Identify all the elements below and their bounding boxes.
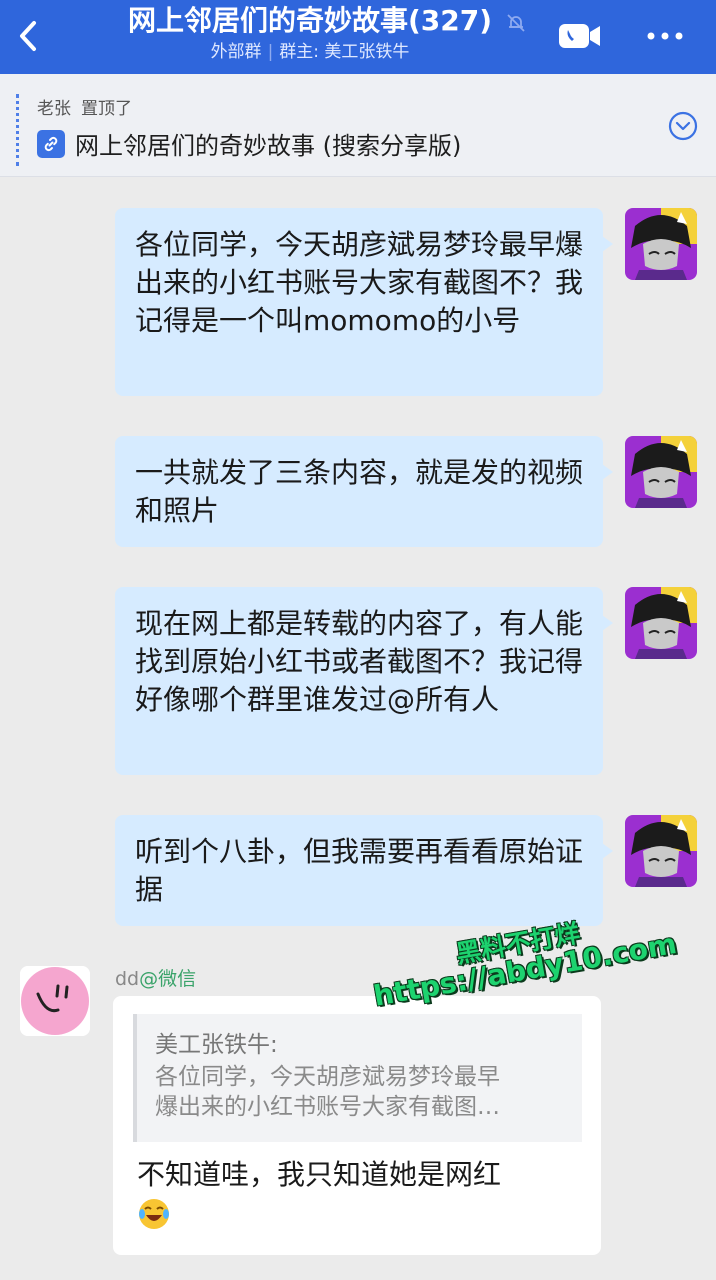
reply-bubble[interactable]: 美工张铁牛: 各位同学，今天胡彦斌易梦玲最早 爆出来的小红书账号大家有截图… 不… — [113, 996, 601, 1255]
quote-author: 美工张铁牛: — [155, 1032, 278, 1058]
message-text: 一共就发了三条内容，就是发的视频和照片 — [135, 456, 584, 527]
pin-author: 老张 — [37, 99, 71, 119]
back-arrow-icon — [20, 21, 36, 51]
title-block[interactable]: 网上邻居们的奇妙故事(327) 外部群 | 群主: 美工张铁牛 — [100, 0, 520, 62]
message-bubble[interactable]: 一共就发了三条内容，就是发的视频和照片 — [115, 436, 613, 547]
avatar[interactable] — [625, 208, 697, 280]
group-type: 外部群 — [210, 42, 262, 62]
more-options-button[interactable] — [644, 24, 686, 48]
message-text: 听到个八卦，但我需要再看看原始证据 — [135, 835, 584, 906]
subtitle-divider: | — [267, 42, 274, 62]
mute-bell-icon — [507, 14, 525, 32]
cartoon-avatar-icon — [625, 436, 697, 508]
video-call-button[interactable] — [556, 20, 604, 52]
cartoon-avatar-icon — [625, 587, 697, 659]
avatar[interactable] — [625, 587, 697, 659]
pin-action: 置顶了 — [81, 99, 132, 119]
cartoon-avatar-icon — [625, 815, 697, 887]
pin-indicator — [16, 94, 23, 166]
smiley-avatar-icon — [20, 966, 90, 1036]
video-call-icon — [559, 24, 600, 48]
laughing-crying-emoji-icon — [139, 1199, 169, 1229]
message-text: 现在网上都是转载的内容了，有人能找到原始小红书或者截图不？我记得好像哪个群里谁发… — [135, 607, 584, 716]
avatar[interactable] — [20, 966, 90, 1036]
group-subtitle: 外部群 | 群主: 美工张铁牛 — [100, 42, 520, 62]
quoted-message[interactable]: 美工张铁牛: 各位同学，今天胡彦斌易梦玲最早 爆出来的小红书账号大家有截图… — [133, 1014, 582, 1142]
group-title: 网上邻居们的奇妙故事(327) — [127, 4, 493, 37]
sender-name: dd@微信 — [115, 964, 196, 991]
pin-meta: 老张 置顶了 — [37, 94, 132, 119]
quote-line: 爆出来的小红书账号大家有截图… — [155, 1094, 500, 1120]
link-icon — [37, 129, 65, 158]
avatar[interactable] — [625, 815, 697, 887]
reply-text: 不知道哇，我只知道她是网红 — [137, 1158, 502, 1191]
chat-header: 网上邻居们的奇妙故事(327) 外部群 | 群主: 美工张铁牛 — [0, 0, 716, 74]
message-bubble[interactable]: 现在网上都是转载的内容了，有人能找到原始小红书或者截图不？我记得好像哪个群里谁发… — [115, 587, 613, 775]
expand-chevron-icon[interactable] — [667, 110, 699, 142]
group-owner: 群主: 美工张铁牛 — [279, 42, 410, 62]
pinned-title: 网上邻居们的奇妙故事 (搜索分享版) — [75, 132, 462, 160]
message-text: 各位同学，今天胡彦斌易梦玲最早爆出来的小红书账号大家有截图不？我记得是一个叫mo… — [135, 228, 584, 337]
sender-nick: dd — [115, 968, 140, 990]
avatar[interactable] — [625, 436, 697, 508]
message-bubble[interactable]: 各位同学，今天胡彦斌易梦玲最早爆出来的小红书账号大家有截图不？我记得是一个叫mo… — [115, 208, 613, 396]
pinned-message-bar[interactable]: 老张 置顶了 网上邻居们的奇妙故事 (搜索分享版) — [0, 74, 716, 177]
reply-text-block: 不知道哇，我只知道她是网红 — [137, 1156, 577, 1232]
pinned-link[interactable]: 网上邻居们的奇妙故事 (搜索分享版) — [37, 126, 461, 161]
back-button[interactable] — [14, 18, 42, 54]
sender-app: @微信 — [139, 968, 197, 990]
more-dots-icon — [647, 32, 683, 40]
message-bubble[interactable]: 听到个八卦，但我需要再看看原始证据 — [115, 815, 613, 926]
cartoon-avatar-icon — [625, 208, 697, 280]
quote-line: 各位同学，今天胡彦斌易梦玲最早 — [155, 1064, 500, 1090]
